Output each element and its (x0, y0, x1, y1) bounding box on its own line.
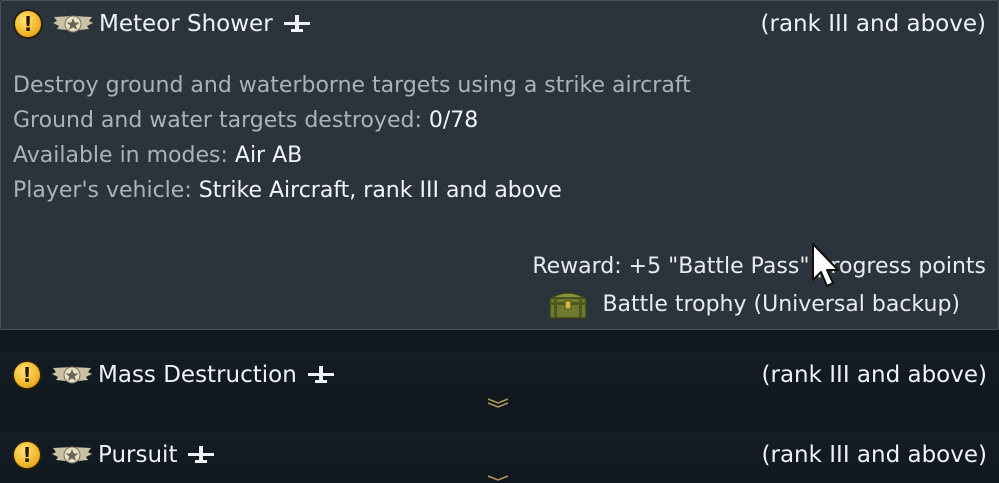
mouse-cursor-icon (812, 243, 839, 287)
task-row-mass-destruction[interactable]: ! Mass Destruction (rank III and above) (0, 352, 999, 398)
vehicle-label: Player's vehicle: (13, 178, 192, 203)
rank-requirement: (rank III and above) (760, 11, 986, 37)
task-description: Destroy ground and waterborne targets us… (13, 73, 691, 98)
progress-label: Ground and water targets destroyed: (13, 108, 422, 133)
vehicle-line: Player's vehicle: Strike Aircraft, rank … (13, 178, 562, 203)
winged-star-icon (53, 15, 93, 33)
task-row-pursuit[interactable]: ! Pursuit (rank III and above) (0, 432, 999, 478)
reward-item-label: Battle trophy (Universal backup) (602, 291, 960, 317)
task-title: Mass Destruction (98, 362, 297, 388)
modes-label: Available in modes: (13, 143, 228, 168)
progress-line: Ground and water targets destroyed: 0/78 (13, 108, 478, 133)
exclamation-icon: ! (12, 360, 42, 390)
exclamation-icon: ! (13, 9, 43, 39)
aircraft-icon (283, 15, 310, 32)
task-header: ! Meteor Shower (13, 1, 311, 47)
vehicle-value: Strike Aircraft, rank III and above (198, 178, 562, 203)
exclamation-icon: ! (12, 440, 42, 470)
aircraft-icon (307, 366, 334, 383)
modes-value: Air AB (234, 143, 303, 168)
aircraft-icon (188, 446, 215, 463)
rank-requirement: (rank III and above) (761, 442, 987, 468)
chevron-down-icon[interactable] (486, 475, 510, 483)
reward-text: Reward: +5 "Battle Pass" progress points (532, 254, 986, 279)
winged-star-icon (52, 366, 92, 384)
progress-value: 0/78 (428, 108, 479, 133)
task-card-meteor-shower[interactable]: ! Meteor Shower (rank III and above) Des… (0, 0, 999, 330)
winged-star-icon (52, 446, 92, 464)
reward-item: Battle trophy (Universal backup) (548, 288, 960, 320)
chevron-down-icon[interactable] (486, 398, 510, 408)
task-header: ! Mass Destruction (12, 352, 335, 398)
trophy-chest-icon (548, 292, 589, 319)
task-title: Pursuit (98, 442, 178, 468)
task-header: ! Pursuit (12, 432, 215, 478)
task-title: Meteor Shower (99, 11, 273, 37)
rank-requirement: (rank III and above) (761, 362, 987, 388)
modes-line: Available in modes: Air AB (13, 143, 302, 168)
